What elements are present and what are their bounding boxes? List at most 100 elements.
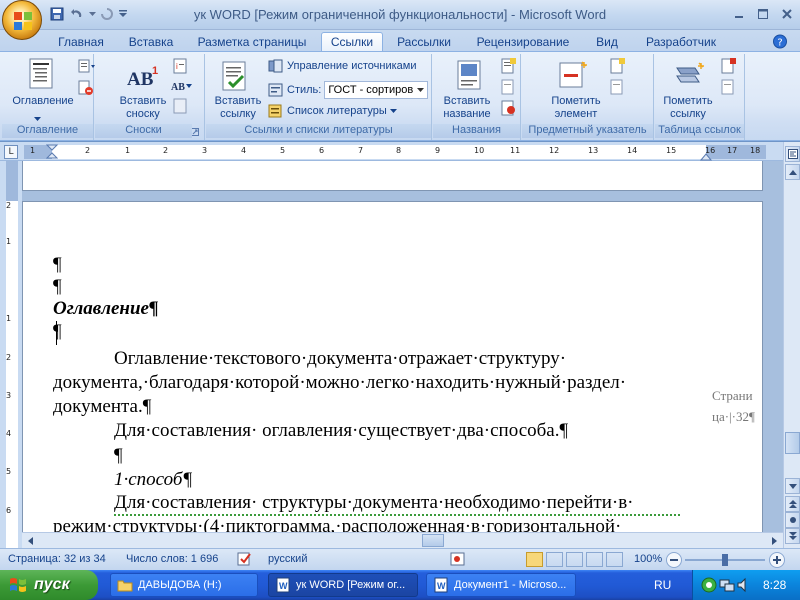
tab-view[interactable]: Вид [590, 32, 624, 51]
scroll-right-icon[interactable] [767, 534, 782, 547]
undo-dropdown-icon[interactable] [88, 5, 96, 23]
tab-home[interactable]: Главная [52, 32, 110, 51]
style-dropdown-value: ГОСТ - сортиров [328, 84, 414, 96]
ruler-mark: 14 [627, 146, 638, 155]
language[interactable]: русский [268, 553, 307, 565]
show-notes-icon[interactable] [173, 98, 189, 117]
update-table-of-figures-icon[interactable] [501, 79, 517, 98]
clock[interactable]: 8:28 [763, 578, 786, 592]
system-tray: 8:28 [692, 570, 800, 600]
folder-icon [117, 580, 133, 592]
help-icon[interactable]: ? [772, 34, 790, 49]
macro-record-icon[interactable] [450, 552, 466, 569]
next-page-icon[interactable] [785, 528, 800, 544]
group-label-index: Предметный указатель [522, 124, 653, 138]
add-text-icon[interactable] [78, 59, 96, 76]
proofing-icon[interactable] [237, 552, 253, 569]
undo-icon[interactable] [68, 5, 86, 23]
zoom-slider-thumb[interactable] [722, 554, 728, 566]
zoom-in-icon[interactable] [769, 552, 785, 568]
paragraph-line: документа.¶ [53, 396, 152, 417]
draft-view-icon[interactable] [606, 552, 623, 567]
previous-page-icon[interactable] [785, 496, 800, 512]
taskbar-item-word-active[interactable]: W ук WORD [Режим ог... [268, 573, 418, 597]
mark-citation-button[interactable]: Пометить ссылку [655, 95, 721, 121]
mark-entry-button[interactable]: Пометить элемент [536, 95, 616, 121]
ruler-mark: 7 [358, 146, 364, 155]
ruler-mark: 1 [125, 146, 131, 155]
redo-icon[interactable] [98, 5, 116, 23]
toc-button[interactable]: Оглавление [2, 95, 84, 108]
tray-volume-icon[interactable] [737, 577, 751, 596]
ruler-mark: 11 [510, 146, 521, 155]
web-layout-icon[interactable] [566, 552, 583, 567]
start-button[interactable]: пуск [0, 570, 98, 600]
scroll-down-icon[interactable] [785, 478, 800, 494]
tray-app-icon[interactable] [701, 577, 717, 596]
cross-reference-icon[interactable] [501, 100, 517, 119]
vertical-ruler[interactable]: 2 1 1 2 3 4 5 6 [0, 161, 22, 548]
tray-network-icon[interactable] [719, 577, 735, 596]
toc-dropdown-icon[interactable] [34, 111, 41, 124]
next-footnote-icon[interactable]: AB [171, 79, 193, 96]
insert-table-of-figures-icon[interactable] [501, 58, 517, 77]
view-ruler-icon[interactable] [785, 146, 800, 162]
tab-insert[interactable]: Вставка [120, 32, 182, 51]
taskbar-item-word[interactable]: W Документ1 - Microso... [426, 573, 576, 597]
document-page[interactable]: ¶ ¶ Оглавление¶ ¶ Оглавление·текстового·… [22, 201, 763, 548]
scroll-up-icon[interactable] [785, 164, 800, 180]
tab-page-layout[interactable]: Разметка страницы [192, 32, 312, 51]
paragraph-line: Для·составления· оглавления·существует·д… [114, 420, 569, 441]
bibliography-button[interactable]: Список литературы [268, 104, 397, 118]
customize-qat-icon[interactable] [118, 5, 128, 23]
insert-table-of-authorities-icon[interactable] [721, 58, 737, 77]
tab-developer[interactable]: Разработчик [638, 32, 724, 51]
taskbar: пуск ДАВЫДОВА (H:) W ук WORD [Режим ог..… [0, 570, 800, 600]
save-icon[interactable] [48, 5, 66, 23]
word-count[interactable]: Число слов: 1 696 [126, 553, 218, 565]
close-icon[interactable] [776, 4, 798, 23]
word-doc-icon: W [434, 577, 448, 593]
style-selector: Стиль: ГОСТ - сортиров [268, 81, 429, 99]
vertical-scrollbar[interactable] [783, 142, 800, 548]
zoom-out-icon[interactable] [666, 552, 682, 568]
document-area[interactable]: ¶ ¶ Оглавление¶ ¶ Оглавление·текстового·… [22, 161, 783, 548]
footnotes-dialog-launcher-icon[interactable] [191, 126, 199, 139]
zoom-level[interactable]: 100% [634, 553, 662, 565]
update-index-icon[interactable] [610, 79, 626, 98]
insert-endnote-icon[interactable]: i [173, 58, 189, 77]
horizontal-ruler[interactable]: L 1 2 1 2 3 4 5 6 7 8 9 10 11 12 13 14 1… [0, 142, 800, 161]
tab-references[interactable]: Ссылки [321, 32, 383, 51]
style-label: Стиль: [287, 84, 322, 96]
full-screen-reading-icon[interactable] [546, 552, 563, 567]
select-browse-object-icon[interactable] [785, 512, 800, 528]
scroll-thumb[interactable] [785, 432, 800, 454]
insert-caption-button[interactable]: Вставить название [435, 95, 499, 121]
office-button[interactable] [2, 0, 42, 40]
style-dropdown[interactable]: ГОСТ - сортиров [324, 81, 429, 99]
insert-index-icon[interactable] [610, 58, 626, 77]
footnote-icon-text: AB [127, 69, 154, 90]
maximize-icon[interactable] [752, 4, 774, 23]
scroll-left-icon[interactable] [23, 534, 38, 547]
horizontal-scrollbar[interactable] [22, 532, 783, 548]
language-indicator[interactable]: RU [654, 578, 671, 592]
page-count[interactable]: Страница: 32 из 34 [8, 553, 106, 565]
manage-sources-button[interactable]: Управление источниками [268, 59, 416, 73]
ribbon-tabs: Главная Вставка Разметка страницы Ссылки… [0, 30, 800, 51]
vruler-mark: 6 [6, 506, 12, 515]
minimize-icon[interactable] [728, 4, 750, 23]
print-layout-icon[interactable] [526, 552, 543, 567]
outline-view-icon[interactable] [586, 552, 603, 567]
horizontal-scroll-thumb[interactable] [422, 534, 444, 547]
tab-selector[interactable]: L [4, 145, 18, 159]
update-table-icon[interactable] [78, 80, 94, 99]
ruler-mark: 6 [319, 146, 325, 155]
tab-review[interactable]: Рецензирование [470, 32, 576, 51]
svg-text:W: W [437, 581, 446, 591]
taskbar-item-explorer[interactable]: ДАВЫДОВА (H:) [110, 573, 258, 597]
empty-paragraph: ¶ [53, 254, 62, 275]
tab-mailings[interactable]: Рассылки [392, 32, 456, 51]
insert-citation-button[interactable]: Вставить ссылку [206, 95, 270, 121]
update-table-of-authorities-icon[interactable] [721, 79, 737, 98]
